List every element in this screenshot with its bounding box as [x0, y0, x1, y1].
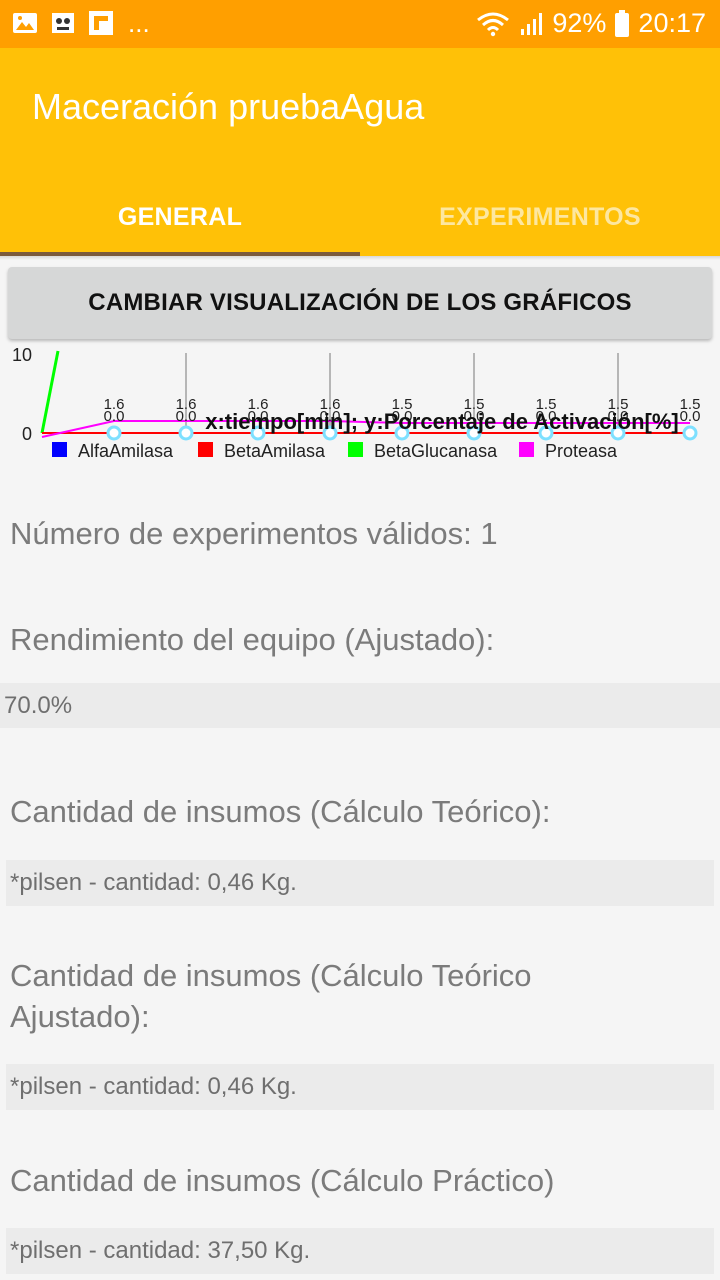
- clock: 20:17: [638, 8, 706, 38]
- theoretical-inputs-value: *pilsen - cantidad: 0,46 Kg.: [6, 860, 714, 906]
- signal-icon: [521, 12, 543, 35]
- theoretical-inputs-label: Cantidad de insumos (Cálculo Teórico):: [10, 794, 551, 829]
- battery-icon: [615, 9, 630, 37]
- wifi-icon: [477, 12, 510, 36]
- tab-general[interactable]: GENERAL: [0, 178, 360, 256]
- equipment-yield-label: Rendimiento del equipo (Ajustado):: [10, 622, 495, 657]
- legend-swatch: [52, 442, 67, 457]
- data-point: [106, 425, 122, 441]
- legend-swatch: [348, 442, 363, 457]
- practical-inputs-label: Cantidad de insumos (Cálculo Práctico): [10, 1163, 555, 1198]
- theoretical-adjusted-inputs-value: *pilsen - cantidad: 0,46 Kg.: [6, 1064, 714, 1110]
- legend-label: BetaGlucanasa: [374, 441, 498, 461]
- gallery-icon: [13, 13, 37, 33]
- series-betaglucanasa: [40, 350, 60, 434]
- appbar-shadow: [0, 256, 720, 260]
- tab-experimentos[interactable]: EXPERIMENTOS: [360, 178, 720, 256]
- status-bar: ... 92% 20:17: [0, 0, 720, 48]
- legend-label: Proteasa: [545, 441, 618, 461]
- battery-percent: 92%: [552, 8, 607, 38]
- legend-swatch: [198, 442, 213, 457]
- more-notifications: ...: [128, 8, 150, 38]
- app-bar: Maceración pruebaAgua GENERAL EXPERIMENT…: [0, 48, 720, 256]
- activation-chart: 1001.60.01.60.01.60.01.60.01.50.01.50.01…: [12, 345, 701, 461]
- app-mascot-icon: [52, 13, 74, 33]
- data-point: [682, 425, 698, 441]
- data-point: [178, 425, 194, 441]
- legend-swatch: [519, 442, 534, 457]
- equipment-yield-value: 70.0%: [0, 683, 720, 728]
- notification-icons: ...: [12, 10, 150, 36]
- point-label: 0.0: [176, 408, 197, 425]
- theoretical-adjusted-inputs-label: Cantidad de insumos (Cálculo Teórico Aju…: [10, 958, 532, 1034]
- y-tick-label: 10: [12, 345, 32, 365]
- page-title: Maceración pruebaAgua: [32, 86, 425, 127]
- status-right: 92% 20:17: [476, 8, 706, 39]
- point-label: 0.0: [104, 408, 125, 425]
- legend-label: BetaAmilasa: [224, 441, 326, 461]
- chart-title: x:tiempo[min]; y:Porcentaje de Activació…: [205, 409, 678, 434]
- legend-label: AlfaAmilasa: [78, 441, 174, 461]
- tab-bar: GENERAL EXPERIMENTOS: [0, 178, 720, 256]
- valid-experiments-label: Número de experimentos válidos: 1: [10, 516, 498, 551]
- point-label: 0.0: [680, 408, 701, 425]
- y-tick-label: 0: [22, 424, 32, 444]
- flipboard-icon: [89, 11, 113, 35]
- change-chart-view-button[interactable]: CAMBIAR VISUALIZACIÓN DE LOS GRÁFICOS: [8, 267, 712, 339]
- practical-inputs-value: *pilsen - cantidad: 37,50 Kg.: [6, 1228, 714, 1274]
